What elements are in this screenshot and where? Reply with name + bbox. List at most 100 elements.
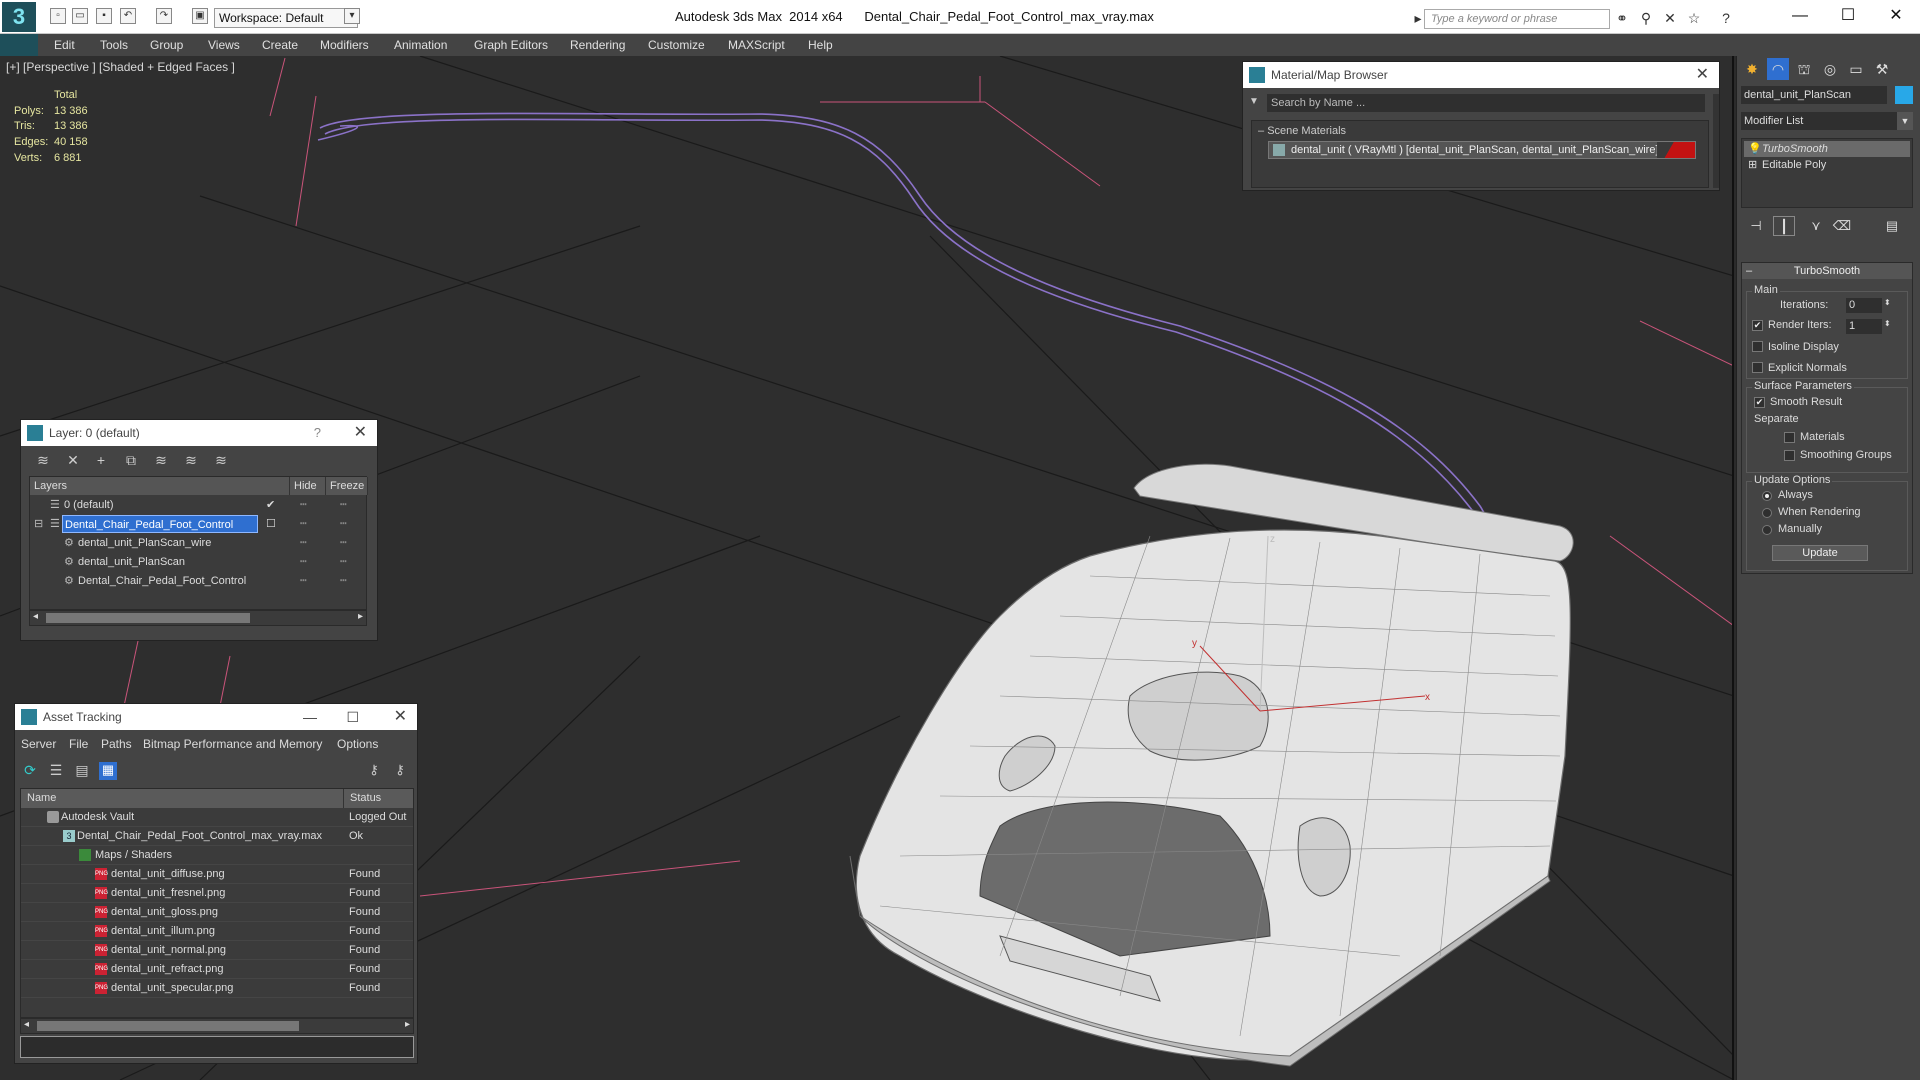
browser-scrollbar[interactable]: [1713, 94, 1719, 188]
smoothing-groups-checkbox[interactable]: [1784, 450, 1795, 461]
favorites-star-icon[interactable]: ☆: [1686, 10, 1702, 26]
scene-materials-header[interactable]: – Scene Materials: [1258, 125, 1346, 137]
isoline-display-checkbox[interactable]: [1752, 341, 1763, 352]
show-end-result-icon[interactable]: ┃: [1773, 216, 1795, 236]
material-row[interactable]: dental_unit ( VRayMtl ) [dental_unit_Pla…: [1268, 141, 1696, 159]
freeze-toggle[interactable]: ┅: [340, 553, 347, 572]
manually-radio[interactable]: [1762, 525, 1772, 535]
close-window-button[interactable]: ✕: [1878, 4, 1914, 28]
table-row[interactable]: 3 Dental_Chair_Pedal_Foot_Control_max_vr…: [21, 827, 413, 846]
scroll-thumb[interactable]: [37, 1021, 299, 1031]
menu-maxscript[interactable]: MAXScript: [728, 38, 785, 52]
name-column-header[interactable]: Name: [21, 789, 344, 808]
layer-panel-titlebar[interactable]: Layer: 0 (default) ? ✕: [21, 420, 377, 446]
iterations-spinner[interactable]: 0: [1846, 298, 1882, 313]
layer-row[interactable]: ⚙ dental_unit_PlanScan_wire ┅ ┅: [30, 534, 368, 553]
freeze-column-header[interactable]: Freeze: [326, 477, 368, 495]
table-row[interactable]: PNG dental_unit_specular.png Found: [21, 979, 413, 998]
material-search-input[interactable]: Search by Name ...: [1267, 94, 1705, 112]
detail-view-icon[interactable]: ▤: [73, 762, 91, 780]
app-logo-icon[interactable]: 3: [2, 2, 36, 32]
utilities-tab-icon[interactable]: ⚒: [1871, 58, 1893, 80]
menu-file[interactable]: File: [69, 737, 88, 751]
layer-row[interactable]: ⊟ ☰ Dental_Chair_Pedal_Foot_Control ☐ ┅ ┅: [30, 515, 368, 534]
vault-logout-icon[interactable]: ⚷: [391, 762, 409, 780]
menu-help[interactable]: Help: [808, 38, 833, 52]
hide-toggle[interactable]: ┅: [300, 534, 307, 553]
menu-tools[interactable]: Tools: [100, 38, 128, 52]
motion-tab-icon[interactable]: ◎: [1819, 58, 1841, 80]
layer-horizontal-scrollbar[interactable]: ◂ ▸: [29, 610, 367, 626]
always-radio[interactable]: [1762, 491, 1772, 501]
explicit-normals-checkbox[interactable]: [1752, 362, 1763, 373]
table-view-icon[interactable]: ▦: [99, 762, 117, 780]
binoculars-icon[interactable]: ⚭: [1614, 10, 1630, 26]
configure-modifier-sets-icon[interactable]: ▤: [1881, 216, 1903, 236]
search-input[interactable]: Type a keyword or phrase: [1424, 9, 1610, 29]
render-iters-spinner[interactable]: 1: [1846, 319, 1882, 334]
menu-rendering[interactable]: Rendering: [570, 38, 625, 52]
workspace-menu-icon[interactable]: ▾: [344, 8, 360, 24]
display-tab-icon[interactable]: ▭: [1845, 58, 1867, 80]
table-row[interactable]: PNG dental_unit_illum.png Found: [21, 922, 413, 941]
when-rendering-radio[interactable]: [1762, 508, 1772, 518]
scroll-right-icon[interactable]: ▸: [405, 1019, 410, 1030]
table-row[interactable]: PNG dental_unit_refract.png Found: [21, 960, 413, 979]
render-iters-checkbox[interactable]: ✔: [1752, 320, 1763, 331]
layer-settings-icon[interactable]: ≋: [33, 450, 53, 470]
status-column-header[interactable]: Status: [344, 789, 413, 808]
object-name-field[interactable]: dental_unit_PlanScan: [1741, 86, 1887, 104]
create-tab-icon[interactable]: ✸: [1741, 58, 1763, 80]
minimize-icon[interactable]: —: [303, 704, 317, 730]
expand-icon[interactable]: ⊞: [1748, 157, 1757, 173]
table-row[interactable]: Autodesk Vault Logged Out: [21, 808, 413, 827]
asset-path-field[interactable]: [20, 1036, 414, 1058]
redo-icon[interactable]: ↷: [156, 8, 172, 24]
list-view-icon[interactable]: ☰: [47, 762, 65, 780]
open-file-icon[interactable]: ▭: [72, 8, 88, 24]
layer-row[interactable]: ☰ 0 (default) ✔ ┅ ┅: [30, 496, 368, 515]
communication-center-icon[interactable]: ✕: [1662, 10, 1678, 26]
scroll-thumb[interactable]: [46, 613, 250, 623]
material-browser-titlebar[interactable]: Material/Map Browser ✕: [1243, 62, 1719, 88]
workspace-dropdown[interactable]: Workspace: Default▼: [214, 8, 358, 28]
viewport-label[interactable]: [+] [Perspective ] [Shaded + Edged Faces…: [6, 60, 235, 74]
minimize-button[interactable]: —: [1782, 4, 1818, 28]
hide-toggle[interactable]: ┅: [300, 553, 307, 572]
help-icon[interactable]: ?: [1718, 10, 1734, 26]
subscription-icon[interactable]: ⚲: [1638, 10, 1654, 26]
vault-login-icon[interactable]: ⚷: [365, 762, 383, 780]
bulb-icon[interactable]: 💡: [1748, 141, 1762, 157]
scroll-left-icon[interactable]: ◂: [24, 1019, 29, 1030]
current-layer-checkbox[interactable]: ☐: [266, 515, 276, 534]
menu-animation[interactable]: Animation: [394, 38, 447, 52]
asset-tracking-titlebar[interactable]: Asset Tracking — ☐ ✕: [15, 704, 417, 730]
new-file-icon[interactable]: ▫: [50, 8, 66, 24]
maximize-icon[interactable]: ☐: [346, 704, 359, 730]
smooth-result-checkbox[interactable]: ✔: [1754, 397, 1765, 408]
object-color-swatch[interactable]: [1895, 86, 1913, 104]
scroll-right-icon[interactable]: ▸: [358, 611, 363, 622]
add-to-layer-icon[interactable]: +: [91, 450, 111, 470]
browser-options-icon[interactable]: ▼: [1249, 96, 1259, 107]
menu-paths[interactable]: Paths: [101, 737, 132, 751]
hide-toggle[interactable]: ┅: [300, 496, 307, 515]
table-row[interactable]: PNG dental_unit_gloss.png Found: [21, 903, 413, 922]
pin-stack-icon[interactable]: ⊣: [1745, 216, 1767, 236]
menu-options[interactable]: Options: [337, 737, 378, 751]
project-folder-icon[interactable]: ▣: [192, 8, 208, 24]
hide-toggle[interactable]: ┅: [300, 572, 307, 591]
maximize-button[interactable]: ☐: [1830, 4, 1866, 28]
menu-server[interactable]: Server: [21, 737, 56, 751]
freeze-toggle[interactable]: ┅: [340, 496, 347, 515]
menu-create[interactable]: Create: [262, 38, 298, 52]
scroll-left-icon[interactable]: ◂: [33, 611, 38, 622]
refresh-icon[interactable]: ⟳: [21, 762, 39, 780]
close-icon[interactable]: ✕: [394, 704, 407, 730]
table-row[interactable]: Maps / Shaders: [21, 846, 413, 865]
hide-toggle[interactable]: ┅: [300, 515, 307, 534]
close-icon[interactable]: ✕: [1696, 62, 1709, 88]
remove-modifier-icon[interactable]: ⌫: [1831, 216, 1853, 236]
save-icon[interactable]: ▪: [96, 8, 112, 24]
hierarchy-tab-icon[interactable]: ⛫: [1793, 58, 1815, 80]
